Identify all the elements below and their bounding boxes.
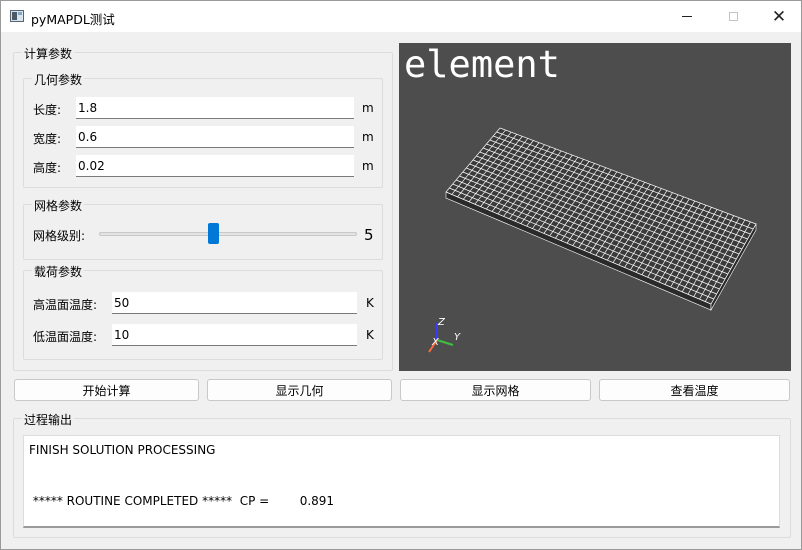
high-temp-label: 高温面温度:: [33, 298, 98, 312]
mesh-plot: Z Y X: [428, 127, 757, 353]
load-group: 载荷参数: [23, 263, 383, 360]
width-input[interactable]: [76, 126, 354, 148]
length-label: 长度:: [33, 103, 62, 117]
params-group-title: 计算参数: [22, 45, 75, 62]
show-mesh-button[interactable]: 显示网格: [400, 379, 591, 401]
low-temp-input[interactable]: [112, 324, 357, 346]
high-temp-unit: K: [366, 296, 374, 310]
geometry-group-title: 几何参数: [32, 71, 85, 88]
show-geometry-button[interactable]: 显示几何: [207, 379, 392, 401]
low-temp-unit: K: [366, 328, 374, 342]
view-temp-button[interactable]: 查看温度: [599, 379, 790, 401]
mesh-group-title: 网格参数: [32, 197, 85, 214]
mesh-level-slider-track[interactable]: [99, 232, 357, 236]
width-unit: m: [362, 130, 374, 144]
height-unit: m: [362, 159, 374, 173]
length-unit: m: [362, 101, 374, 115]
output-group-title: 过程输出: [22, 411, 75, 428]
maximize-button[interactable]: [710, 1, 756, 32]
main-window: pyMAPDL测试 ✕ 计算参数 几何参数 长度: m 宽度: m 高度: m …: [0, 0, 802, 550]
mesh-level-value: 5: [364, 226, 374, 244]
length-input[interactable]: [76, 97, 354, 119]
minimize-icon: [682, 16, 692, 17]
mesh-level-slider-handle[interactable]: [207, 223, 219, 244]
high-temp-input[interactable]: [112, 292, 357, 314]
mesh-level-label: 网格级别:: [33, 229, 86, 243]
mesh-grid: [445, 127, 757, 312]
axis-x-label: X: [431, 337, 440, 348]
minimize-button[interactable]: [664, 1, 710, 32]
width-label: 宽度:: [33, 132, 62, 146]
axis-z-label: Z: [437, 317, 446, 328]
render-viewport[interactable]: element Z Y X: [399, 43, 791, 371]
axes-triad: Z Y X: [428, 317, 461, 353]
window-title: pyMAPDL测试: [31, 12, 115, 27]
close-button[interactable]: ✕: [756, 1, 802, 32]
axis-y-label: Y: [454, 332, 461, 343]
output-line: ***** ROUTINE COMPLETED ***** CP = 0.891: [29, 494, 335, 508]
maximize-icon: [728, 12, 738, 21]
axis-y-line: [436, 339, 454, 346]
height-input[interactable]: [76, 155, 354, 177]
start-calc-button[interactable]: 开始计算: [14, 379, 199, 401]
height-label: 高度:: [33, 161, 62, 175]
low-temp-label: 低温面温度:: [33, 330, 98, 344]
output-console[interactable]: FINISH SOLUTION PROCESSING ***** ROUTINE…: [23, 435, 780, 528]
app-icon: [10, 10, 24, 22]
title-bar: pyMAPDL测试 ✕: [1, 1, 801, 32]
output-line: FINISH SOLUTION PROCESSING: [29, 443, 216, 457]
load-group-title: 载荷参数: [32, 263, 85, 280]
close-icon: ✕: [771, 6, 787, 27]
